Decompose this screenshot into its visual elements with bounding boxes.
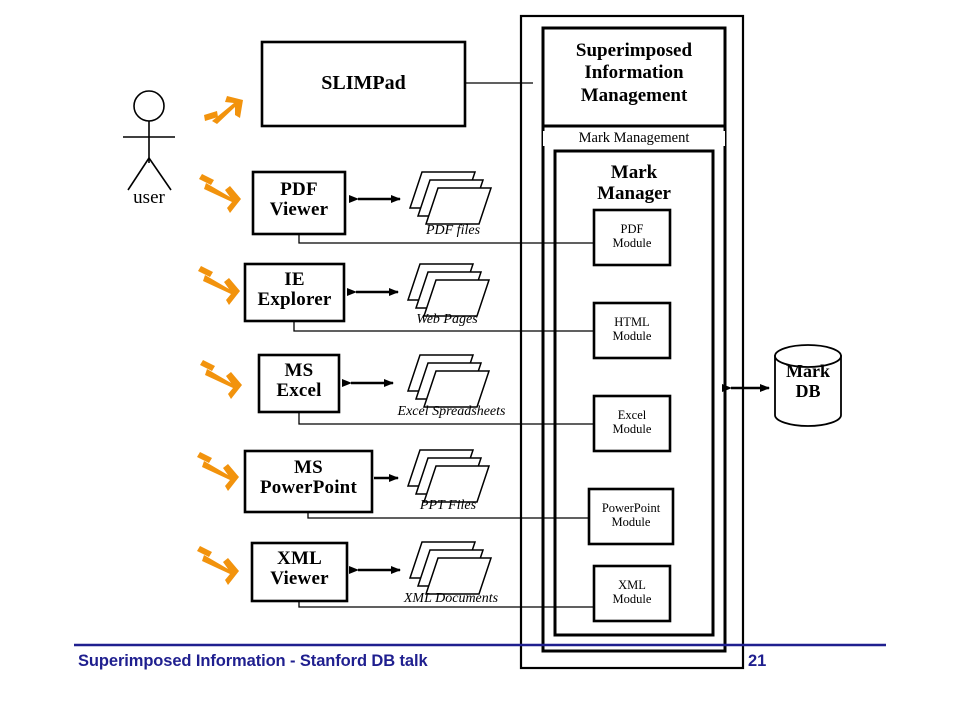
app-box-ms-powerpoint[interactable] xyxy=(243,449,374,514)
app-box-pdf-viewer[interactable] xyxy=(251,170,347,236)
annotation-arrow-to-xml xyxy=(197,546,239,585)
annotation-arrow-to-powerpoint xyxy=(197,452,239,491)
module-box-xml[interactable] xyxy=(592,564,672,623)
doc-stack-xml-documents xyxy=(408,541,493,595)
connector-lines xyxy=(293,82,593,608)
app-box-xml-viewer[interactable] xyxy=(250,541,349,603)
doc-stack-pdf-files xyxy=(408,171,493,225)
annotation-arrow-to-slimpad xyxy=(204,96,243,124)
module-box-html[interactable] xyxy=(592,301,672,360)
slide-canvas: user SLIMPad PDF Viewer IE Explorer MS E… xyxy=(0,0,960,720)
annotation-arrow-to-ie xyxy=(198,266,240,305)
footer-page-number: 21 xyxy=(748,652,767,670)
module-box-pdf[interactable] xyxy=(592,208,672,267)
app-box-ie-explorer[interactable] xyxy=(243,262,346,323)
panel-header-box xyxy=(541,26,727,128)
module-box-excel[interactable] xyxy=(592,394,672,453)
footer-title: Superimposed Information - Stanford DB t… xyxy=(78,652,428,670)
annotation-arrow-to-pdf xyxy=(199,174,241,213)
actor-user-figure xyxy=(123,90,175,191)
doc-stack-ppt-files xyxy=(406,449,491,503)
module-box-powerpoint[interactable] xyxy=(587,487,675,546)
app-box-slimpad[interactable] xyxy=(260,40,467,128)
annotation-arrow-to-excel xyxy=(200,360,242,399)
architecture-diagram xyxy=(74,14,886,670)
doc-stack-excel-spreadsheets xyxy=(406,354,491,408)
database-cylinder-mark-db[interactable] xyxy=(774,344,842,427)
doc-stack-web-pages xyxy=(406,263,491,317)
app-box-ms-excel[interactable] xyxy=(257,353,341,414)
